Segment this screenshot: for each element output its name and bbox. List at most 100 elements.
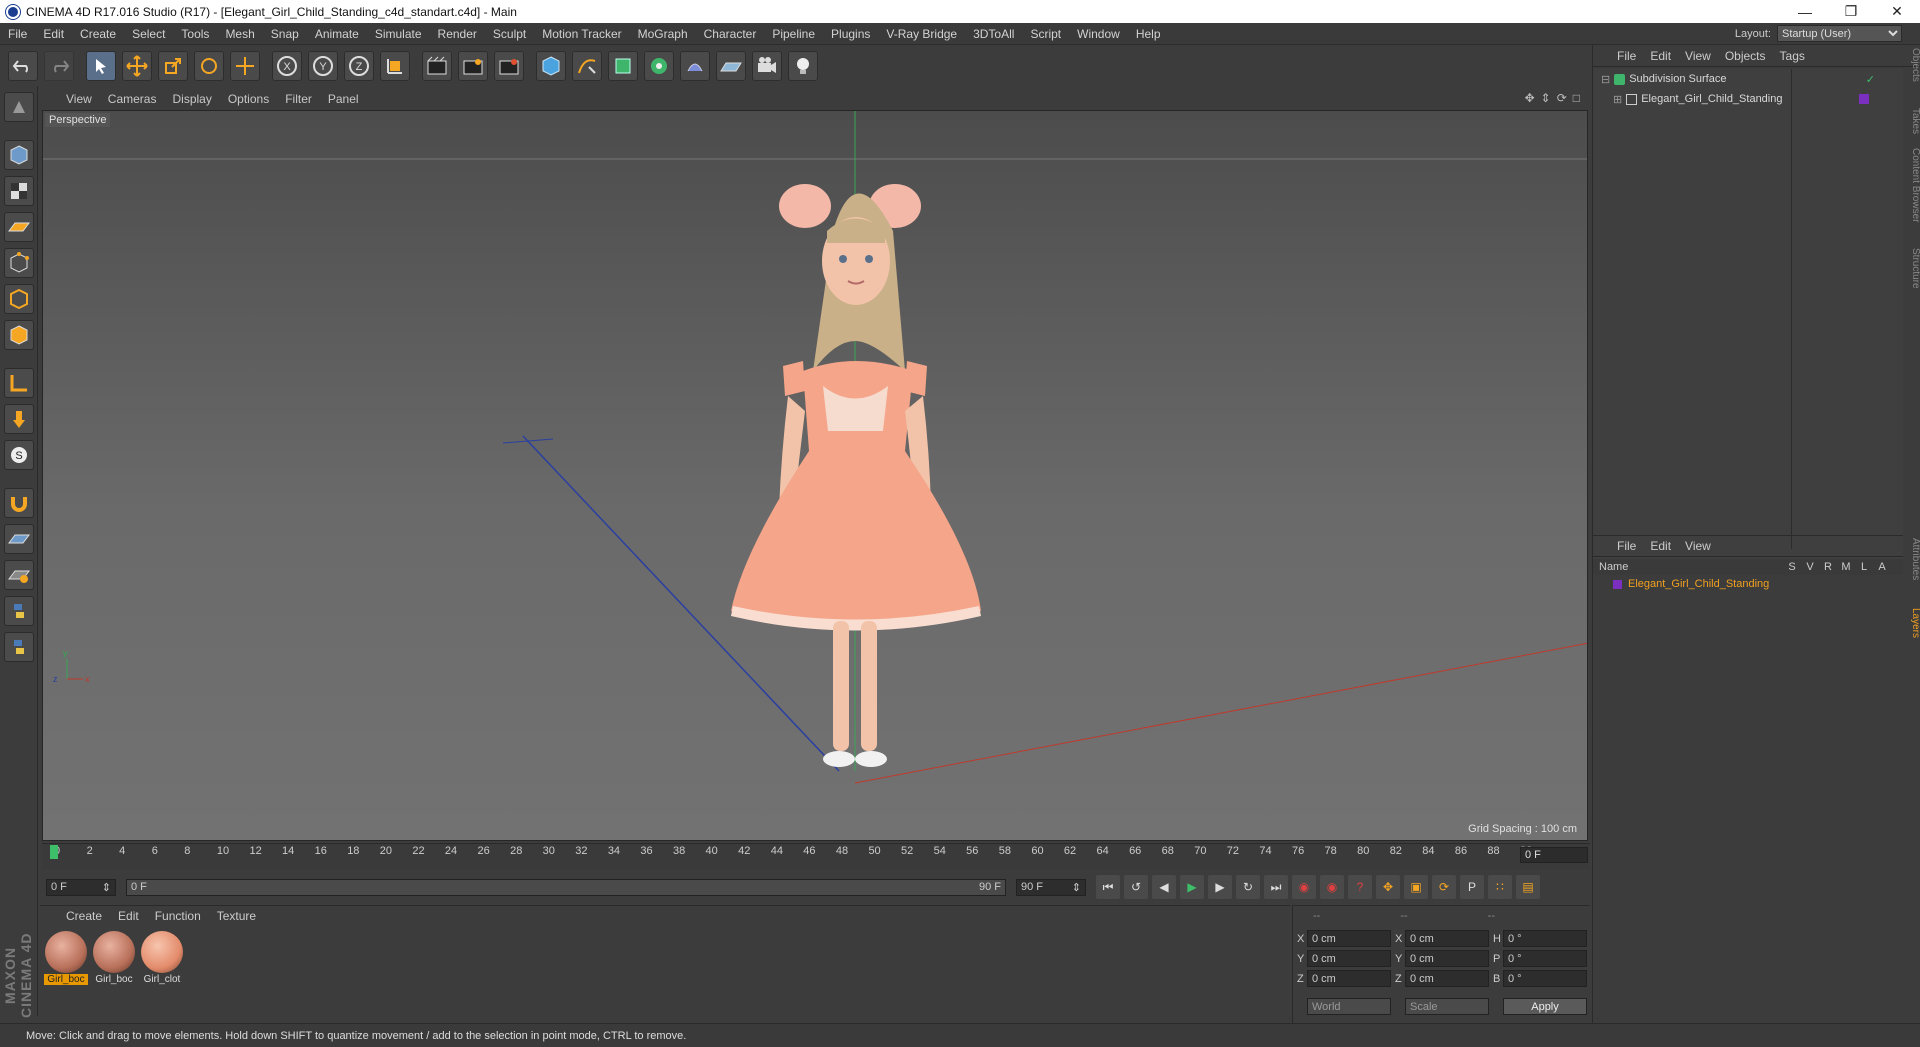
objects-menu-tags[interactable]: Tags	[1780, 49, 1805, 63]
tweak-mode-icon[interactable]	[4, 404, 34, 434]
viewport-menu-panel[interactable]: Panel	[328, 92, 359, 106]
restore-button[interactable]: ❐	[1828, 0, 1874, 23]
perspective-viewport[interactable]: Perspective y x z Grid Spacing: 100 cm	[42, 110, 1588, 841]
menu-create[interactable]: Create	[72, 27, 124, 41]
timeline-icon[interactable]: ▤	[1516, 875, 1540, 899]
tab-objects[interactable]: Objects	[1910, 48, 1920, 82]
autokey-icon[interactable]: ◉	[1320, 875, 1344, 899]
play-icon[interactable]: ▶	[1180, 875, 1204, 899]
planar-workplane-icon[interactable]	[4, 560, 34, 590]
x-axis-lock-icon[interactable]: X	[272, 50, 302, 81]
viewport-menu-filter[interactable]: Filter	[285, 92, 312, 106]
z-axis-lock-icon[interactable]: Z	[344, 50, 374, 81]
world-dropdown[interactable]: World	[1307, 998, 1391, 1015]
polygons-mode-icon[interactable]	[4, 320, 34, 350]
undo-icon[interactable]	[8, 50, 38, 81]
previous-frame-icon[interactable]: ◀	[1152, 875, 1176, 899]
select-tool-icon[interactable]	[86, 50, 116, 81]
material-menu-texture[interactable]: Texture	[217, 909, 256, 923]
menu-plugins[interactable]: Plugins	[823, 27, 878, 41]
viewport-menu-options[interactable]: Options	[228, 92, 269, 106]
menu-animate[interactable]: Animate	[307, 27, 367, 41]
tab-structure[interactable]: Structure	[1910, 248, 1920, 289]
coordinate-system-icon[interactable]	[380, 50, 410, 81]
orbit-icon[interactable]: ⟳	[1557, 91, 1567, 105]
objects-menu-file[interactable]: File	[1617, 49, 1636, 63]
python-script-icon[interactable]	[4, 632, 34, 662]
record-icon[interactable]: ◉	[1292, 875, 1316, 899]
next-key-icon[interactable]: ↻	[1236, 875, 1260, 899]
menu-edit[interactable]: Edit	[35, 27, 72, 41]
apply-button[interactable]: Apply	[1503, 998, 1587, 1015]
menu-snap[interactable]: Snap	[263, 27, 307, 41]
menu-character[interactable]: Character	[696, 27, 765, 41]
light-icon[interactable]	[788, 50, 818, 81]
layout-dropdown[interactable]: Startup (User)	[1777, 25, 1902, 42]
y-axis-lock-icon[interactable]: Y	[308, 50, 338, 81]
object-row[interactable]: ⊞ Elegant_Girl_Child_Standing	[1593, 89, 1903, 109]
cloner-icon[interactable]	[644, 50, 674, 81]
dolly-icon[interactable]: ⇕	[1541, 91, 1551, 105]
python-icon[interactable]	[4, 596, 34, 626]
material-menu-create[interactable]: Create	[66, 909, 102, 923]
material-swatch[interactable]: Girl_clot	[140, 930, 184, 990]
material-swatch[interactable]: Girl_boc	[92, 930, 136, 990]
layer-row[interactable]: Elegant_Girl_Child_Standing	[1593, 575, 1903, 593]
layers-menu-file[interactable]: File	[1617, 539, 1636, 553]
scale-dropdown[interactable]: Scale	[1405, 998, 1489, 1015]
snap-icon[interactable]: S	[4, 440, 34, 470]
menu-vray-bridge[interactable]: V-Ray Bridge	[878, 27, 965, 41]
collapse-icon[interactable]: ⊟	[1601, 73, 1610, 86]
start-frame-field[interactable]: 0 F ⇕	[46, 878, 116, 896]
menu-file[interactable]: File	[0, 27, 35, 41]
objects-menu-view[interactable]: View	[1685, 49, 1711, 63]
key-param-icon[interactable]: P	[1460, 875, 1484, 899]
deformer-icon[interactable]	[680, 50, 710, 81]
expand-icon[interactable]: ⊞	[1613, 93, 1622, 106]
go-to-end-icon[interactable]: ⏭	[1264, 875, 1288, 899]
close-button[interactable]: ✕	[1874, 0, 1920, 23]
key-rotation-icon[interactable]: ⟳	[1432, 875, 1456, 899]
subdivision-surface-icon[interactable]	[608, 50, 638, 81]
menu-select[interactable]: Select	[124, 27, 173, 41]
menu-simulate[interactable]: Simulate	[367, 27, 430, 41]
key-position-icon[interactable]: ✥	[1376, 875, 1400, 899]
make-editable-icon[interactable]	[4, 92, 34, 122]
cube-primitive-icon[interactable]	[536, 50, 566, 81]
menu-sculpt[interactable]: Sculpt	[485, 27, 534, 41]
key-scale-icon[interactable]: ▣	[1404, 875, 1428, 899]
viewport-menu-display[interactable]: Display	[172, 92, 211, 106]
material-menu-function[interactable]: Function	[155, 909, 201, 923]
layers-menu-edit[interactable]: Edit	[1650, 539, 1671, 553]
camera-icon[interactable]	[752, 50, 782, 81]
tab-content-browser[interactable]: Content Browser	[1910, 148, 1920, 222]
checkmark-icon[interactable]: ✓	[1866, 73, 1875, 86]
current-frame-field[interactable]: 0 F	[1520, 847, 1588, 863]
rotate-tool-icon[interactable]	[194, 50, 224, 81]
objects-menu-edit[interactable]: Edit	[1650, 49, 1671, 63]
texture-mode-icon[interactable]	[4, 176, 34, 206]
material-menu-edit[interactable]: Edit	[118, 909, 139, 923]
menu-render[interactable]: Render	[430, 27, 485, 41]
minimize-button[interactable]: —	[1782, 0, 1828, 23]
playhead[interactable]	[50, 845, 58, 859]
menu-mograph[interactable]: MoGraph	[630, 27, 696, 41]
menu-3dtoall[interactable]: 3DToAll	[965, 27, 1022, 41]
material-swatch[interactable]: Girl_boc	[44, 930, 88, 990]
layers-menu-view[interactable]: View	[1685, 539, 1711, 553]
frame-range-slider[interactable]: 0 F 90 F	[126, 878, 1006, 896]
scale-tool-icon[interactable]	[158, 50, 188, 81]
tab-attributes[interactable]: Attributes	[1910, 538, 1920, 580]
next-frame-icon[interactable]: ▶	[1208, 875, 1232, 899]
viewport-menu-cameras[interactable]: Cameras	[108, 92, 157, 106]
move-tool-icon[interactable]	[122, 50, 152, 81]
help-key-icon[interactable]: ?	[1348, 875, 1372, 899]
lock-workplane-icon[interactable]	[4, 524, 34, 554]
tab-layers[interactable]: Layers	[1910, 608, 1920, 638]
timeline-ruler[interactable]: 0246810121416182022242628303234363840424…	[42, 843, 1590, 869]
workplane-icon[interactable]	[4, 212, 34, 242]
points-mode-icon[interactable]	[4, 248, 34, 278]
render-view-icon[interactable]	[422, 50, 452, 81]
pan-icon[interactable]: ✥	[1525, 91, 1535, 105]
key-pla-icon[interactable]: ∷	[1488, 875, 1512, 899]
